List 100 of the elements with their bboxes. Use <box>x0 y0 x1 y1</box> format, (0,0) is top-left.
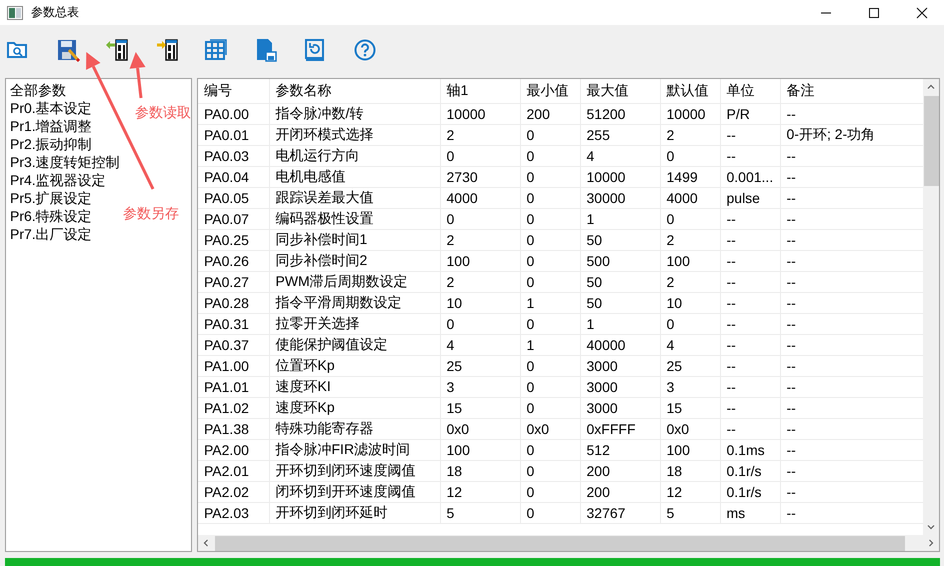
table-cell: 0 <box>520 124 580 145</box>
category-item[interactable]: 全部参数 <box>10 81 66 99</box>
column-header[interactable]: 默认值 <box>660 79 720 103</box>
table-cell: PA0.27 <box>198 271 269 292</box>
column-header[interactable]: 单位 <box>720 79 780 103</box>
column-header[interactable]: 参数名称 <box>269 79 440 103</box>
table-cell: 40000 <box>580 334 660 355</box>
column-header[interactable]: 最大值 <box>580 79 660 103</box>
floppy-pencil-icon[interactable] <box>56 38 80 62</box>
table-cell: 0 <box>520 313 580 334</box>
table-cell: 12 <box>440 481 520 502</box>
table-cell: 50 <box>580 271 660 292</box>
scroll-down-icon[interactable] <box>927 525 935 530</box>
table-cell: 1499 <box>660 166 720 187</box>
table-cell: 30000 <box>580 187 660 208</box>
vertical-scrollbar[interactable] <box>923 79 939 535</box>
table-cell: 5 <box>660 502 720 523</box>
table-cell: 0.1r/s <box>720 481 780 502</box>
category-item[interactable]: Pr6.特殊设定 <box>10 207 92 225</box>
table-cell: -- <box>720 376 780 397</box>
table-cell: 开闭环模式选择 <box>269 124 440 145</box>
scroll-up-icon[interactable] <box>927 84 935 89</box>
table-cell: 3 <box>440 376 520 397</box>
column-header[interactable]: 最小值 <box>520 79 580 103</box>
table-cell: 500 <box>580 250 660 271</box>
table-cell: PA2.02 <box>198 481 269 502</box>
table-cell: 0xFFFF <box>580 418 660 439</box>
table-cell: 2 <box>660 271 720 292</box>
table-cell: PA2.01 <box>198 460 269 481</box>
table-cell: PA2.00 <box>198 439 269 460</box>
table-cell: 0 <box>660 208 720 229</box>
table-cell: -- <box>720 355 780 376</box>
table-cell: 0x0 <box>440 418 520 439</box>
table-cell: -- <box>720 418 780 439</box>
scroll-right-icon[interactable] <box>929 539 934 547</box>
column-header[interactable]: 轴1 <box>440 79 520 103</box>
table-cell: PA0.31 <box>198 313 269 334</box>
table-cell: 2 <box>660 229 720 250</box>
table-cell: 50 <box>580 292 660 313</box>
table-cell: 0 <box>520 439 580 460</box>
table-cell: 0x0 <box>660 418 720 439</box>
table-cell: -- <box>720 229 780 250</box>
category-item[interactable]: Pr3.速度转矩控制 <box>10 153 120 171</box>
category-item[interactable]: Pr5.扩展设定 <box>10 189 92 207</box>
close-icon[interactable] <box>916 6 928 18</box>
table-cell: -- <box>720 271 780 292</box>
grid-icon[interactable] <box>204 38 228 62</box>
table-cell: 0 <box>520 376 580 397</box>
table-cell: 0 <box>440 208 520 229</box>
column-header[interactable]: 编号 <box>198 79 269 103</box>
table-cell: 255 <box>580 124 660 145</box>
table-cell: 32767 <box>580 502 660 523</box>
column-arrow-right-icon[interactable] <box>154 38 178 62</box>
table-cell: PA0.26 <box>198 250 269 271</box>
table-cell: 100 <box>440 250 520 271</box>
table-cell: 2730 <box>440 166 520 187</box>
column-arrow-left-icon[interactable] <box>105 38 129 62</box>
table-cell: 0 <box>520 250 580 271</box>
maximize-icon[interactable] <box>868 6 880 18</box>
category-item[interactable]: Pr1.增益调整 <box>10 117 92 135</box>
table-cell: 3000 <box>580 355 660 376</box>
table-cell: PA0.07 <box>198 208 269 229</box>
category-item[interactable]: Pr0.基本设定 <box>10 99 92 117</box>
table-cell: 0 <box>440 313 520 334</box>
table-cell: 0x0 <box>520 418 580 439</box>
table-cell: 4000 <box>440 187 520 208</box>
table-cell: 15 <box>440 397 520 418</box>
scroll-thumb[interactable] <box>924 96 938 186</box>
category-item[interactable]: Pr7.出厂设定 <box>10 225 92 243</box>
table-cell: 0 <box>520 397 580 418</box>
restore-icon[interactable] <box>303 38 327 62</box>
table-cell: 2 <box>440 229 520 250</box>
table-cell: 使能保护阈值设定 <box>269 334 440 355</box>
scroll-left-icon[interactable] <box>203 539 208 547</box>
table-cell: PA1.02 <box>198 397 269 418</box>
table-cell: pulse <box>720 187 780 208</box>
table-cell: 电机电感值 <box>269 166 440 187</box>
table-cell: 2 <box>440 271 520 292</box>
table-cell: -- <box>720 292 780 313</box>
table-cell: ms <box>720 502 780 523</box>
table-cell: -- <box>720 208 780 229</box>
table-cell: 跟踪误差最大值 <box>269 187 440 208</box>
table-cell: PA0.37 <box>198 334 269 355</box>
table-cell: 200 <box>520 103 580 124</box>
window-title: 参数总表 <box>31 4 79 21</box>
help-icon[interactable] <box>352 38 376 62</box>
table-cell: 1 <box>580 208 660 229</box>
table-cell: 100 <box>440 439 520 460</box>
table-cell: PA1.01 <box>198 376 269 397</box>
category-item[interactable]: Pr4.监视器设定 <box>10 171 106 189</box>
table-cell: PA0.25 <box>198 229 269 250</box>
table-cell: 4 <box>580 145 660 166</box>
table-cell: 2 <box>440 124 520 145</box>
table-cell: 3 <box>660 376 720 397</box>
table-cell: -- <box>720 124 780 145</box>
table-cell: 0 <box>520 460 580 481</box>
category-item[interactable]: Pr2.振动抑制 <box>10 135 92 153</box>
table-cell: 10000 <box>440 103 520 124</box>
table-cell: 200 <box>580 460 660 481</box>
table-cell: 100 <box>660 439 720 460</box>
